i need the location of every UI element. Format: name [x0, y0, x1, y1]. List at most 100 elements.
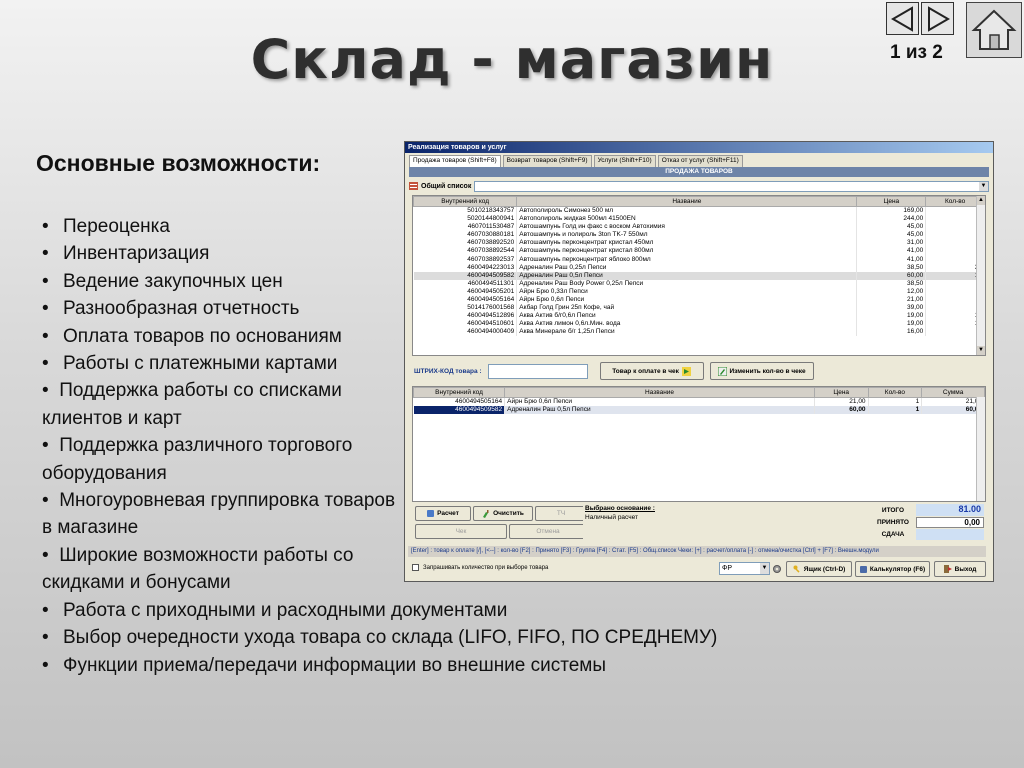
to-payment-button[interactable]: Товар к оплате в чек [599, 362, 704, 380]
col-header[interactable]: Внутренний код [413, 387, 506, 398]
exit-button[interactable]: Выход [934, 561, 986, 577]
table-cell: Адреналин Раш Body Power 0,25л Пепси [516, 279, 858, 288]
cancel-button[interactable]: Отмена [509, 524, 587, 539]
catalog-scrollbar[interactable]: ▲ ▼ [976, 196, 985, 355]
settings-icon[interactable] [772, 564, 782, 574]
table-row[interactable]: 4600494511301 Адреналин Раш Body Power 0,… [413, 279, 985, 288]
table-cell: 4600494510601 [413, 320, 518, 329]
table-cell: 4607038892520 [413, 239, 518, 248]
table-row[interactable]: 4600494509582 Адреналин Раш 0,5л Пепси 60,… [413, 406, 985, 415]
table-cell: 1 [868, 397, 923, 406]
change-qty-button[interactable]: Изменить кол-во в чеке [709, 362, 814, 380]
receipt-scrollbar[interactable] [976, 397, 985, 501]
drawer-button[interactable]: Ящик (Ctrl-D) [786, 561, 852, 577]
table-row[interactable]: 5014176001568 Акбар Голд Грин 25п Кофе, ч… [413, 304, 985, 313]
table-cell: Аква Актив лимон 0,6л.Мин. вода [516, 320, 858, 329]
sdacha-label: СДАЧА [881, 530, 905, 538]
remember-qty-label: Запрашивать количество при выборе товара [423, 564, 549, 571]
table-cell: Айрн Брю 0,6л Пепси [504, 397, 815, 406]
page-counter: 1 из 2 [890, 42, 943, 63]
table-row[interactable]: 5010218343757 Автополироль Симонез 500 мл… [413, 206, 985, 215]
scroll-down-icon[interactable]: ▼ [977, 346, 985, 355]
table-row[interactable]: 4600494510601 Аква Актив лимон 0,6л.Мин. … [413, 320, 985, 329]
chevron-down-icon[interactable]: ▼ [760, 563, 769, 574]
home-icon [971, 9, 1017, 50]
table-row[interactable]: 4607030880181 Автошампунь и полироль 3ton… [413, 231, 985, 240]
prev-slide-button[interactable] [886, 2, 919, 35]
table-row[interactable]: 5020144800941 Автополироль жидкая 500мл 4… [413, 215, 985, 224]
home-button[interactable] [966, 2, 1022, 58]
feature-item: • Переоценка [42, 216, 170, 237]
barcode-input[interactable] [487, 363, 588, 379]
basis-value: Наличный расчет [585, 514, 638, 521]
table-row[interactable]: 4600494223013 Адреналин Раш 0,25л Пепси 38… [413, 263, 985, 272]
tab-services[interactable]: Услуги (Shift+F10) [593, 155, 656, 167]
table-cell: 1 [868, 406, 923, 415]
table-row[interactable]: 4600494505164 Айрн Брю 0,6л Пепси 21,00 1 21… [413, 397, 985, 406]
table-cell: 4607038892544 [413, 247, 518, 256]
table-row[interactable]: 4600494000409 Аква Минерале б/г 1,25л Пеп… [413, 328, 985, 337]
col-header[interactable]: Внутренний код [413, 196, 518, 207]
prinyato-input[interactable]: 0,00 [916, 516, 984, 528]
tab-service-refusal[interactable]: Отказ от услуг (Shift+F11) [657, 155, 743, 167]
table-cell: 4600494505164 [413, 397, 506, 406]
clear-button[interactable]: Очистить [473, 506, 533, 521]
list-combo[interactable]: ▼ [474, 180, 989, 192]
list-selector: Общий список ▼ [409, 179, 989, 193]
arrow-right-icon [681, 366, 691, 376]
table-cell: 38,50 [856, 263, 927, 272]
table-row[interactable]: 4607011530487 Автошампунь Голд ин факс с … [413, 223, 985, 232]
table-cell: 5020144800941 [413, 215, 518, 224]
table-cell: Айрн Брю 0,6л Пепси [516, 295, 858, 305]
table-cell: 45,00 [856, 223, 927, 232]
tab-sale[interactable]: Продажа товаров (Shift+F8) [409, 155, 501, 167]
scroll-up-icon[interactable]: ▲ [977, 196, 985, 205]
table-row[interactable]: 4607038892537 Автошампунь перконцентрат я… [413, 255, 985, 264]
feature-item: • Инвентаризация [42, 243, 210, 265]
remember-qty-checkbox[interactable] [412, 564, 419, 571]
table-cell: 4600494223013 [413, 263, 518, 272]
col-header[interactable]: Название [516, 196, 858, 207]
barcode-row: ШТРИХ-КОД товара : Товар к оплате в чек … [414, 362, 814, 380]
receipt-grid[interactable]: Внутренний код Название Цена Кол-во Сумм… [412, 386, 986, 502]
list-icon [409, 182, 418, 190]
calculator-button[interactable]: Калькулятор (F6) [855, 561, 930, 577]
table-cell: 4607030880181 [413, 231, 518, 240]
fr-select[interactable]: ФР ▼ [719, 562, 770, 575]
tab-return[interactable]: Возврат товаров (Shift+F9) [502, 155, 592, 167]
edit-icon [717, 366, 727, 376]
table-cell: 244,00 [856, 215, 927, 224]
table-cell: Адреналин Раш 0,5л Пепси [516, 271, 858, 280]
table-cell: 41,00 [856, 255, 927, 264]
table-cell: 19,00 [856, 312, 927, 321]
col-header[interactable]: Сумма [921, 387, 985, 398]
table-row[interactable]: 4600494512896 Аква Актив б/г0,6л Пепси 19,… [413, 312, 985, 321]
hotkeys-hint: [Enter] : товар к оплате [/], [<--] : ко… [408, 546, 986, 557]
col-header[interactable]: Кол-во [867, 387, 923, 398]
check-button[interactable]: Чек [415, 524, 507, 539]
table-row[interactable]: 4607038892544 Автошампунь перконцентрат к… [413, 247, 985, 256]
col-header[interactable]: Название [504, 387, 815, 398]
feature-item: • Многоуровневая группировка товаров в м… [42, 490, 396, 539]
table-cell: 169,00 [856, 206, 927, 215]
table-row[interactable]: 4600494505201Айрн Брю 0,33л Пепси12,009 [413, 287, 985, 296]
table-cell: 19,00 [856, 320, 927, 329]
col-header[interactable]: Цена [813, 387, 869, 398]
barcode-label: ШТРИХ-КОД товара : [414, 367, 482, 375]
chevron-down-icon[interactable]: ▼ [979, 181, 988, 191]
table-row[interactable]: 4600494509582 Адреналин Раш 0,5л Пепси 60,… [413, 271, 985, 280]
catalog-grid[interactable]: Внутренний код Название Цена Кол-во 5010… [412, 195, 986, 356]
exit-icon [943, 565, 952, 573]
table-row[interactable]: 4600494505164Айрн Брю 0,6л Пепси21,008 [413, 295, 985, 305]
next-slide-button[interactable] [921, 2, 954, 35]
table-row[interactable]: 4607038892520 Автошампунь перконцентрат к… [413, 239, 985, 248]
table-cell: Автошампунь и полироль 3ton TK-7 550мл [516, 231, 858, 240]
tch-button[interactable]: ТЧ [535, 506, 587, 521]
table-cell: Адреналин Раш 0,5л Пепси [504, 406, 815, 415]
table-cell: Аква Минерале б/г 1,25л Пепси [516, 328, 858, 337]
calc-button[interactable]: Расчет [415, 506, 471, 521]
table-cell: 4600494509582 [413, 271, 518, 280]
prinyato-label: ПРИНЯТО [877, 518, 909, 526]
col-header[interactable]: Цена [856, 196, 927, 207]
slide-nav [886, 2, 954, 35]
